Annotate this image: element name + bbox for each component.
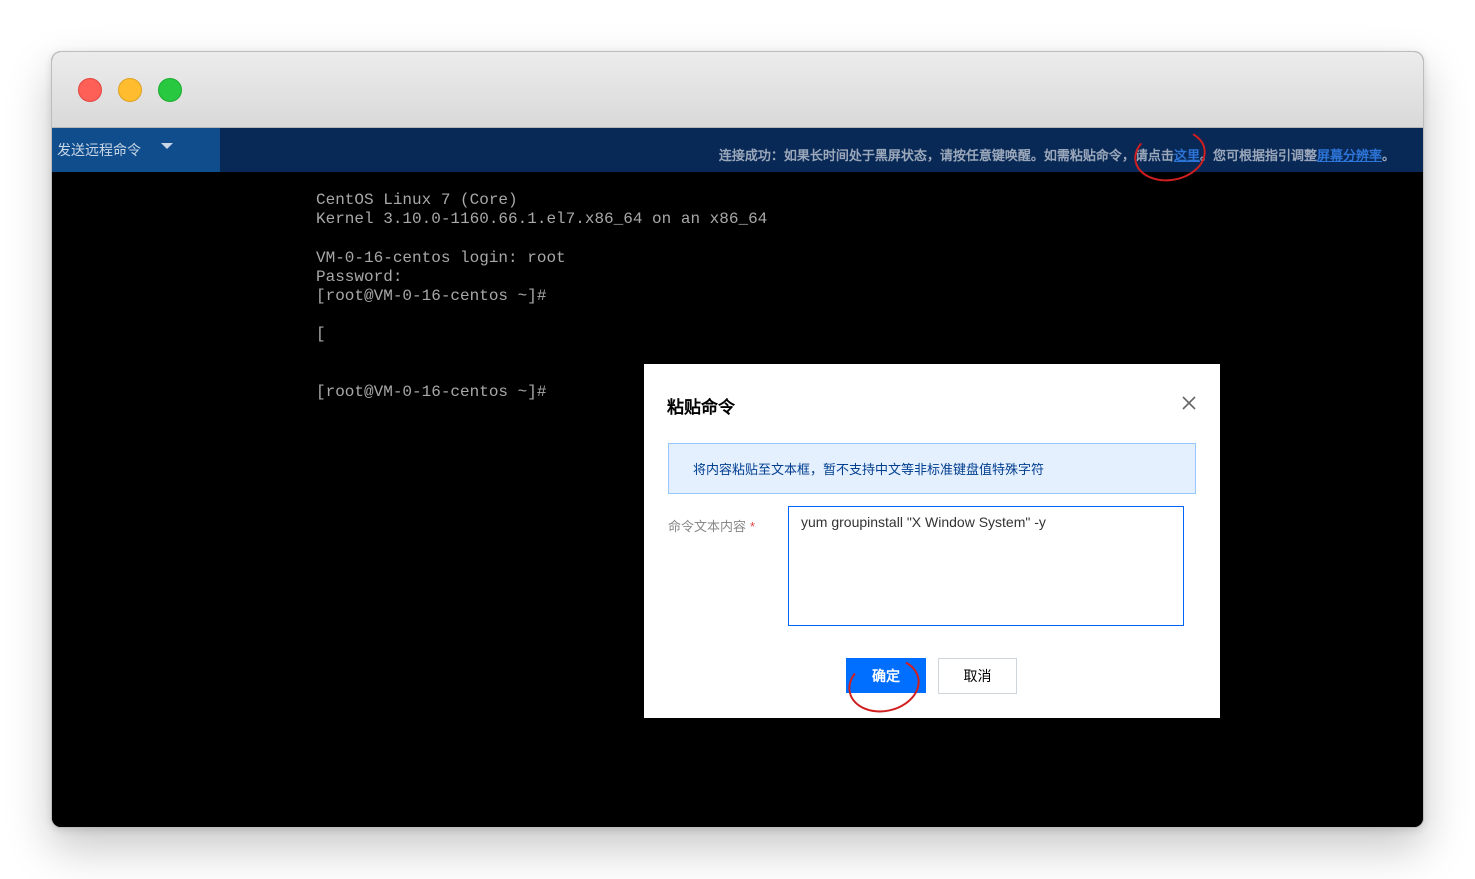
app-window: 发送远程命令 连接成功：如果长时间处于黑屏状态，请按任意键唤醒。如需粘贴命令，请… xyxy=(51,51,1424,828)
command-field-label: 命令文本内容 * xyxy=(668,516,755,535)
terminal-screen[interactable]: CentOS Linux 7 (Core) Kernel 3.10.0-1160… xyxy=(52,172,1423,827)
notice-prefix: 连接成功：如果长时间处于黑屏状态，请按任意键唤醒。如需粘贴命令，请点击 xyxy=(718,148,1174,163)
command-text-input[interactable] xyxy=(788,506,1184,626)
window-titlebar xyxy=(52,52,1423,128)
command-field-label-text: 命令文本内容 xyxy=(668,519,747,534)
zoom-window-button[interactable] xyxy=(158,78,182,102)
send-remote-command-dropdown[interactable]: 发送远程命令 xyxy=(52,128,220,172)
caret-down-icon xyxy=(161,143,173,149)
connection-notice: 连接成功：如果长时间处于黑屏状态，请按任意键唤醒。如需粘贴命令，请点击这里。您可… xyxy=(719,145,1395,164)
close-icon[interactable] xyxy=(1180,394,1198,412)
required-mark: * xyxy=(750,519,756,534)
dialog-title: 粘贴命令 xyxy=(667,398,735,417)
close-window-button[interactable] xyxy=(78,78,102,102)
paste-command-dialog: 粘贴命令 将内容粘贴至文本框，暂不支持中文等非标准键盘值特殊字符 命令文本内容 *… xyxy=(644,364,1220,719)
send-remote-command-label: 发送远程命令 xyxy=(57,142,141,158)
notice-suffix: 。 xyxy=(1381,148,1395,163)
dialog-tip-text: 将内容粘贴至文本框，暂不支持中文等非标准键盘值特殊字符 xyxy=(693,462,1045,477)
dialog-tip: 将内容粘贴至文本框，暂不支持中文等非标准键盘值特殊字符 xyxy=(668,443,1196,494)
cancel-button[interactable]: 取消 xyxy=(938,658,1017,694)
minimize-window-button[interactable] xyxy=(118,78,142,102)
terminal-toolbar: 发送远程命令 连接成功：如果长时间处于黑屏状态，请按任意键唤醒。如需粘贴命令，请… xyxy=(52,128,1423,172)
confirm-button[interactable]: 确定 xyxy=(846,658,926,693)
screen-resolution-link[interactable]: 屏幕分辨率 xyxy=(1317,148,1382,163)
notice-middle: 。您可根据指引调整 xyxy=(1199,148,1317,163)
